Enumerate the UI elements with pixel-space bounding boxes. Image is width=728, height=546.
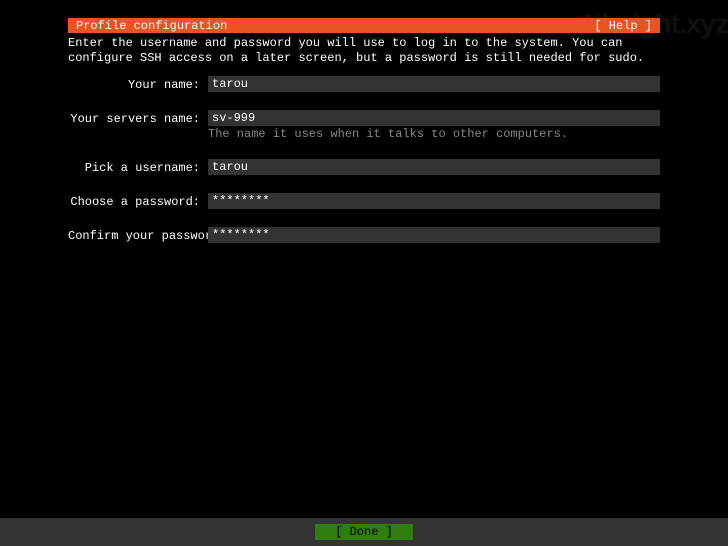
form-row-confirm: Confirm your password: [68, 227, 660, 243]
done-button[interactable]: [ Done ] [315, 524, 413, 540]
page-title: Profile configuration [76, 19, 227, 33]
header-bar: Profile configuration [ Help ] [68, 18, 660, 33]
name-input[interactable] [208, 76, 660, 92]
server-input[interactable] [208, 110, 660, 126]
server-hint: The name it uses when it talks to other … [208, 127, 660, 141]
help-link[interactable]: [ Help ] [594, 19, 652, 33]
password-label: Choose a password: [68, 193, 208, 209]
server-label: Your servers name: [68, 110, 208, 126]
name-label: Your name: [68, 76, 208, 92]
form-row-name: Your name: [68, 76, 660, 92]
confirm-input[interactable] [208, 227, 660, 243]
content-area: Enter the username and password you will… [68, 36, 660, 546]
footer-bar: [ Done ] [0, 518, 728, 546]
confirm-label: Confirm your password: [68, 227, 208, 243]
username-label: Pick a username: [68, 159, 208, 175]
description-text: Enter the username and password you will… [68, 36, 660, 66]
form-row-password: Choose a password: [68, 193, 660, 209]
form-row-server: Your servers name: The name it uses when… [68, 110, 660, 141]
form-row-username: Pick a username: [68, 159, 660, 175]
username-input[interactable] [208, 159, 660, 175]
password-input[interactable] [208, 193, 660, 209]
